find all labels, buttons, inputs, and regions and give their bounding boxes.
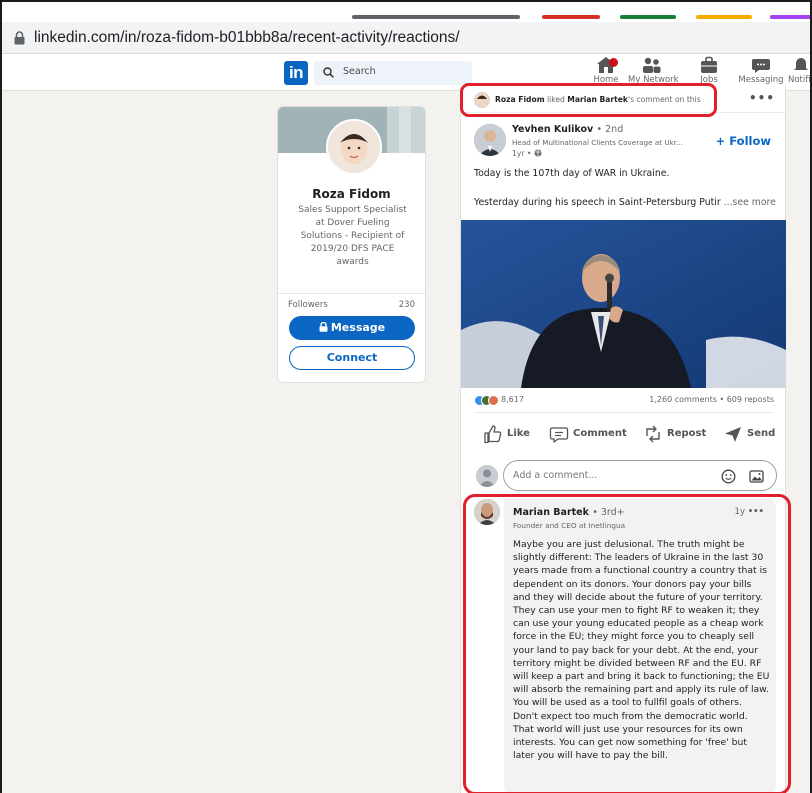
network-icon — [643, 57, 661, 73]
author-headline: Head of Multinational Clients Coverage a… — [512, 138, 683, 147]
profile-card: Roza Fidom Sales Support Specialist at D… — [277, 106, 426, 383]
globe-icon — [534, 149, 542, 157]
url-text[interactable]: linkedin.com/in/roza-fidom-b01bbb8a/rece… — [34, 29, 460, 47]
briefcase-icon — [701, 56, 717, 73]
post-text-line: Yesterday during his speech in Saint-Pet… — [474, 197, 776, 208]
nav-messaging[interactable]: Messaging — [738, 56, 784, 90]
divider — [474, 412, 774, 413]
notification-dot — [609, 58, 618, 67]
message-button[interactable]: Message — [289, 316, 415, 340]
browser-tab[interactable] — [696, 15, 752, 19]
more-options-button[interactable]: ••• — [749, 91, 775, 105]
repost-button[interactable]: Repost — [643, 424, 707, 444]
post-time-text: 1yr • — [512, 149, 532, 158]
address-bar[interactable]: linkedin.com/in/roza-fidom-b01bbb8a/rece… — [2, 22, 810, 54]
browser-tab-strip — [2, 2, 810, 22]
profile-headline: Sales Support Specialist at Dover Fuelin… — [286, 204, 419, 269]
send-label: Send — [747, 428, 776, 439]
emoji-icon[interactable] — [721, 469, 736, 484]
profile-name[interactable]: Roza Fidom — [278, 187, 425, 201]
profile-headline-line: Solutions - Recipient of — [300, 231, 405, 241]
page-scrollbar[interactable] — [807, 91, 810, 793]
post-time: 1yr • — [512, 149, 542, 158]
author-name-text: Yevhen Kulikov — [512, 124, 594, 135]
message-button-label: Message — [330, 321, 386, 334]
thumbs-up-icon — [484, 425, 502, 444]
nav-messaging-label: Messaging — [738, 75, 784, 85]
see-more-link[interactable]: ...see more — [724, 197, 776, 208]
repost-icon — [646, 425, 660, 443]
follow-button[interactable]: + Follow — [716, 134, 771, 148]
screenshot-frame: linkedin.com/in/roza-fidom-b01bbb8a/rece… — [0, 0, 812, 793]
profile-avatar[interactable] — [326, 119, 382, 175]
followers-count: 230 — [398, 300, 415, 310]
browser-tab[interactable] — [352, 15, 520, 19]
highlight-annotation-activity — [460, 83, 717, 117]
comments-reposts-count[interactable]: 1,260 comments • 609 reposts — [649, 395, 774, 404]
connect-button[interactable]: Connect — [289, 346, 415, 370]
followers-label: Followers — [288, 300, 328, 310]
repost-label: Repost — [667, 428, 707, 439]
send-icon — [725, 427, 741, 442]
bell-icon — [794, 58, 808, 70]
browser-tab[interactable] — [620, 15, 676, 19]
messaging-icon — [752, 59, 770, 73]
search-input[interactable]: Search — [314, 61, 472, 85]
profile-headline-line: Sales Support Specialist — [298, 205, 407, 215]
search-placeholder: Search — [343, 66, 376, 77]
lock-icon — [319, 321, 328, 332]
author-name[interactable]: Yevhen Kulikov • 2nd — [512, 124, 623, 135]
search-icon — [323, 67, 334, 78]
post-text-line: Today is the 107th day of WAR in Ukraine… — [474, 168, 670, 179]
current-user-avatar[interactable] — [476, 465, 498, 487]
comment-icon — [549, 427, 569, 443]
reactions-bar[interactable]: 8,617 1,260 comments • 609 reposts — [474, 394, 774, 408]
like-label: Like — [507, 428, 530, 439]
author-avatar[interactable] — [474, 124, 506, 156]
comment-button[interactable]: Comment — [549, 424, 629, 444]
nav-notifications-label: Notifi — [788, 75, 811, 85]
profile-headline-line: 2019/20 DFS PACE — [310, 244, 395, 254]
author-degree: • 2nd — [596, 124, 624, 135]
reaction-count[interactable]: 8,617 — [501, 395, 524, 404]
post-text-line-2: Yesterday during his speech in Saint-Pet… — [474, 197, 721, 208]
highlight-annotation-comment — [463, 494, 791, 793]
profile-headline-line: at Dover Fueling — [315, 218, 390, 228]
comment-placeholder: Add a comment... — [513, 470, 598, 481]
post-image[interactable] — [461, 220, 786, 388]
add-comment-input[interactable]: Add a comment... — [503, 460, 777, 491]
profile-headline-line: awards — [336, 257, 369, 267]
browser-tab[interactable] — [770, 15, 810, 19]
reaction-icons — [474, 395, 499, 406]
image-icon[interactable] — [749, 469, 764, 484]
divider — [278, 293, 425, 294]
comment-label: Comment — [573, 428, 627, 439]
lock-icon — [14, 31, 25, 45]
browser-tab[interactable] — [542, 15, 600, 19]
like-button[interactable]: Like — [483, 424, 535, 444]
send-button[interactable]: Send — [723, 424, 776, 444]
nav-notifications[interactable]: Notifi — [788, 56, 811, 90]
linkedin-logo[interactable]: in — [284, 61, 308, 85]
